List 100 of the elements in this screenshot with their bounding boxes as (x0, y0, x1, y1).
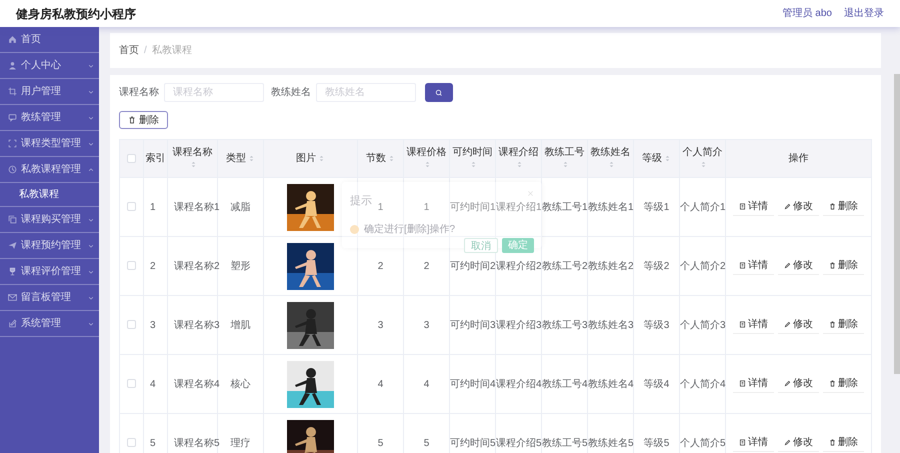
table-cell: 1 (150, 202, 156, 212)
table-cell: 教练工号3 (542, 320, 588, 330)
sort-icon[interactable] (608, 161, 615, 168)
column-header[interactable]: 操作 (788, 153, 808, 164)
table-cell: 教练姓名5 (588, 438, 634, 448)
sidebar-item[interactable]: 课程购买管理 (0, 207, 99, 233)
sort-icon[interactable] (248, 154, 255, 162)
sidebar-item[interactable]: 私教课程管理 (0, 157, 99, 183)
table-cell: 等级1 (644, 202, 670, 212)
sort-icon[interactable] (700, 161, 707, 168)
warning-icon (350, 225, 359, 234)
person-icon (8, 61, 17, 70)
pencil-icon (784, 439, 791, 446)
table-cell: 教练姓名4 (588, 378, 634, 390)
column-header[interactable]: 类型 (226, 153, 246, 164)
field-label: 课程名称 (119, 86, 159, 100)
sidebar-item[interactable]: 首页 (0, 27, 99, 53)
submenu-item[interactable]: 私教课程 (0, 183, 99, 207)
document-icon (739, 262, 746, 269)
row-action-button[interactable]: 详情 (733, 198, 774, 216)
breadcrumb-item[interactable]: 首页 (119, 43, 139, 58)
sidebar-item[interactable]: 课程预约管理 (0, 233, 99, 259)
table-cell: 教练姓名3 (588, 320, 634, 330)
sidebar-item[interactable]: 课程类型管理 (0, 131, 99, 157)
row-action-button[interactable]: 修改 (778, 376, 819, 392)
close-icon[interactable] (527, 190, 534, 197)
search-icon (435, 88, 443, 96)
breadcrumb-item: 私教课程 (152, 44, 192, 58)
column-header[interactable]: 图片 (296, 153, 316, 164)
checkbox[interactable] (127, 320, 136, 330)
row-action-button[interactable]: 删除 (823, 198, 864, 216)
sort-icon[interactable] (424, 161, 431, 168)
sidebar-item[interactable]: 个人中心 (0, 53, 99, 79)
table-cell: 可约时间3 (450, 320, 496, 330)
table-cell: 个人简介3 (680, 320, 726, 330)
scrollbar-thumb[interactable] (894, 74, 900, 374)
table-cell: 课程名称1 (174, 202, 220, 212)
table-cell: 4 (378, 378, 384, 390)
table-cell: 教练工号5 (542, 438, 588, 448)
pencil-icon (784, 380, 791, 387)
breadcrumb-separator: / (144, 44, 147, 58)
sort-icon[interactable] (562, 161, 569, 168)
pencil-icon (784, 321, 791, 328)
table-cell: 1 (378, 202, 384, 212)
table-cell: 2 (150, 260, 156, 272)
row-action-button[interactable]: 删除 (823, 376, 864, 392)
table-cell: 课程介绍5 (496, 438, 542, 448)
trophy-icon (8, 267, 17, 276)
table-cell: 个人简介4 (680, 378, 726, 390)
sidebar-item[interactable]: 教练管理 (0, 105, 99, 131)
document-icon (739, 439, 746, 446)
trash-icon (829, 380, 836, 387)
table-cell: 核心 (230, 378, 250, 390)
user-name: 管理员 abo (782, 7, 832, 21)
table-cell: 减脂 (230, 202, 250, 212)
sidebar-item[interactable]: 系统管理 (0, 311, 99, 337)
sort-icon[interactable] (470, 161, 477, 168)
row-action-button[interactable]: 详情 (733, 258, 774, 274)
table-cell: 个人简介1 (680, 202, 726, 212)
checkbox[interactable] (127, 261, 136, 270)
sort-icon[interactable] (664, 154, 671, 162)
sort-icon[interactable] (190, 161, 197, 168)
row-action-button[interactable]: 删除 (823, 434, 864, 452)
logout-link[interactable]: 退出登录 (844, 6, 884, 21)
checkbox[interactable] (127, 438, 136, 448)
column-header[interactable]: 等级 (642, 153, 662, 164)
table-cell: 教练姓名1 (588, 202, 634, 212)
table-cell: 等级4 (644, 378, 670, 390)
checkbox[interactable] (127, 379, 136, 388)
search-button[interactable] (425, 83, 453, 102)
delete-button[interactable]: 删除 (119, 111, 168, 129)
row-action-button[interactable]: 删除 (823, 258, 864, 274)
checkbox[interactable] (127, 202, 136, 212)
checkbox[interactable] (127, 154, 136, 163)
copy-icon (8, 215, 17, 224)
sort-icon[interactable] (516, 161, 523, 168)
sidebar-item[interactable]: 留言板管理 (0, 285, 99, 311)
row-action-button[interactable]: 修改 (778, 258, 819, 274)
table-cell: 教练工号4 (542, 378, 588, 390)
row-action-button[interactable]: 修改 (778, 198, 819, 216)
trash-icon (829, 262, 836, 269)
chat-bubble-icon (8, 113, 17, 122)
column-header[interactable]: 节数 (366, 153, 386, 164)
pen-paper-icon (8, 319, 17, 328)
dashed-frame-icon (8, 139, 17, 148)
sidebar-item[interactable]: 课程评价管理 (0, 259, 99, 285)
app-title: 健身房私教预约小程序 (16, 6, 136, 22)
row-action-button[interactable]: 详情 (733, 376, 774, 392)
table-cell: 可约时间4 (450, 378, 496, 390)
sidebar-item[interactable]: 用户管理 (0, 79, 99, 105)
sort-icon[interactable] (318, 154, 325, 162)
dialog-message: 确定进行[删除]操作? (364, 222, 456, 237)
row-action-button[interactable]: 删除 (823, 316, 864, 334)
row-action-button[interactable]: 修改 (778, 316, 819, 334)
table-cell: 5 (150, 438, 156, 448)
sort-icon[interactable] (388, 154, 395, 162)
row-action-button[interactable]: 详情 (733, 316, 774, 334)
row-action-button[interactable]: 详情 (733, 434, 774, 452)
table-cell: 可约时间1 (450, 202, 496, 212)
row-action-button[interactable]: 修改 (778, 434, 819, 452)
